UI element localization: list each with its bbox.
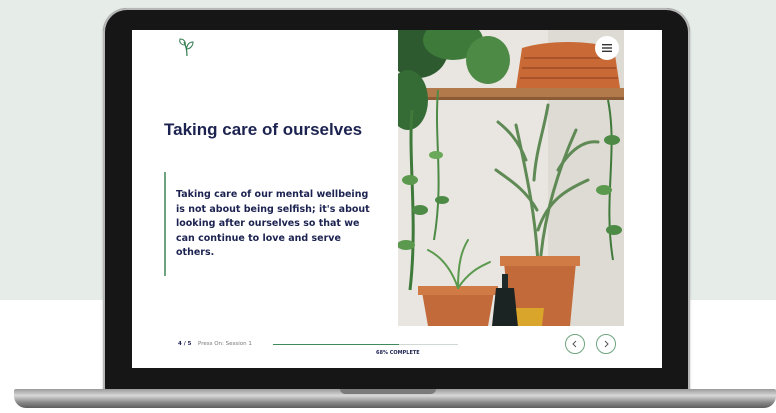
page-indicator: 4 / 5 [178, 341, 192, 347]
progress-bar-fill [273, 344, 399, 345]
chevron-left-icon [572, 340, 577, 348]
progress-label: 68% COMPLETE [376, 350, 420, 356]
course-slide-screen: Taking care of ourselves Taking care of … [132, 30, 662, 368]
laptop-base-notch [340, 389, 436, 394]
quote-text: Taking care of our mental wellbeing is n… [176, 189, 370, 258]
menu-button[interactable] [595, 36, 619, 60]
hamburger-menu-icon [602, 44, 612, 52]
chevron-right-icon [604, 340, 609, 348]
leaf-logo-icon [179, 38, 194, 57]
session-label: Press On: Session 1 [198, 341, 252, 347]
plants-illustration [398, 30, 624, 326]
plants-photo [398, 30, 624, 326]
next-button[interactable] [596, 334, 616, 354]
previous-button[interactable] [565, 334, 585, 354]
progress-bar [273, 344, 458, 345]
quote-block: Taking care of our mental wellbeing is n… [164, 172, 372, 276]
slide-title: Taking care of ourselves [164, 120, 363, 139]
